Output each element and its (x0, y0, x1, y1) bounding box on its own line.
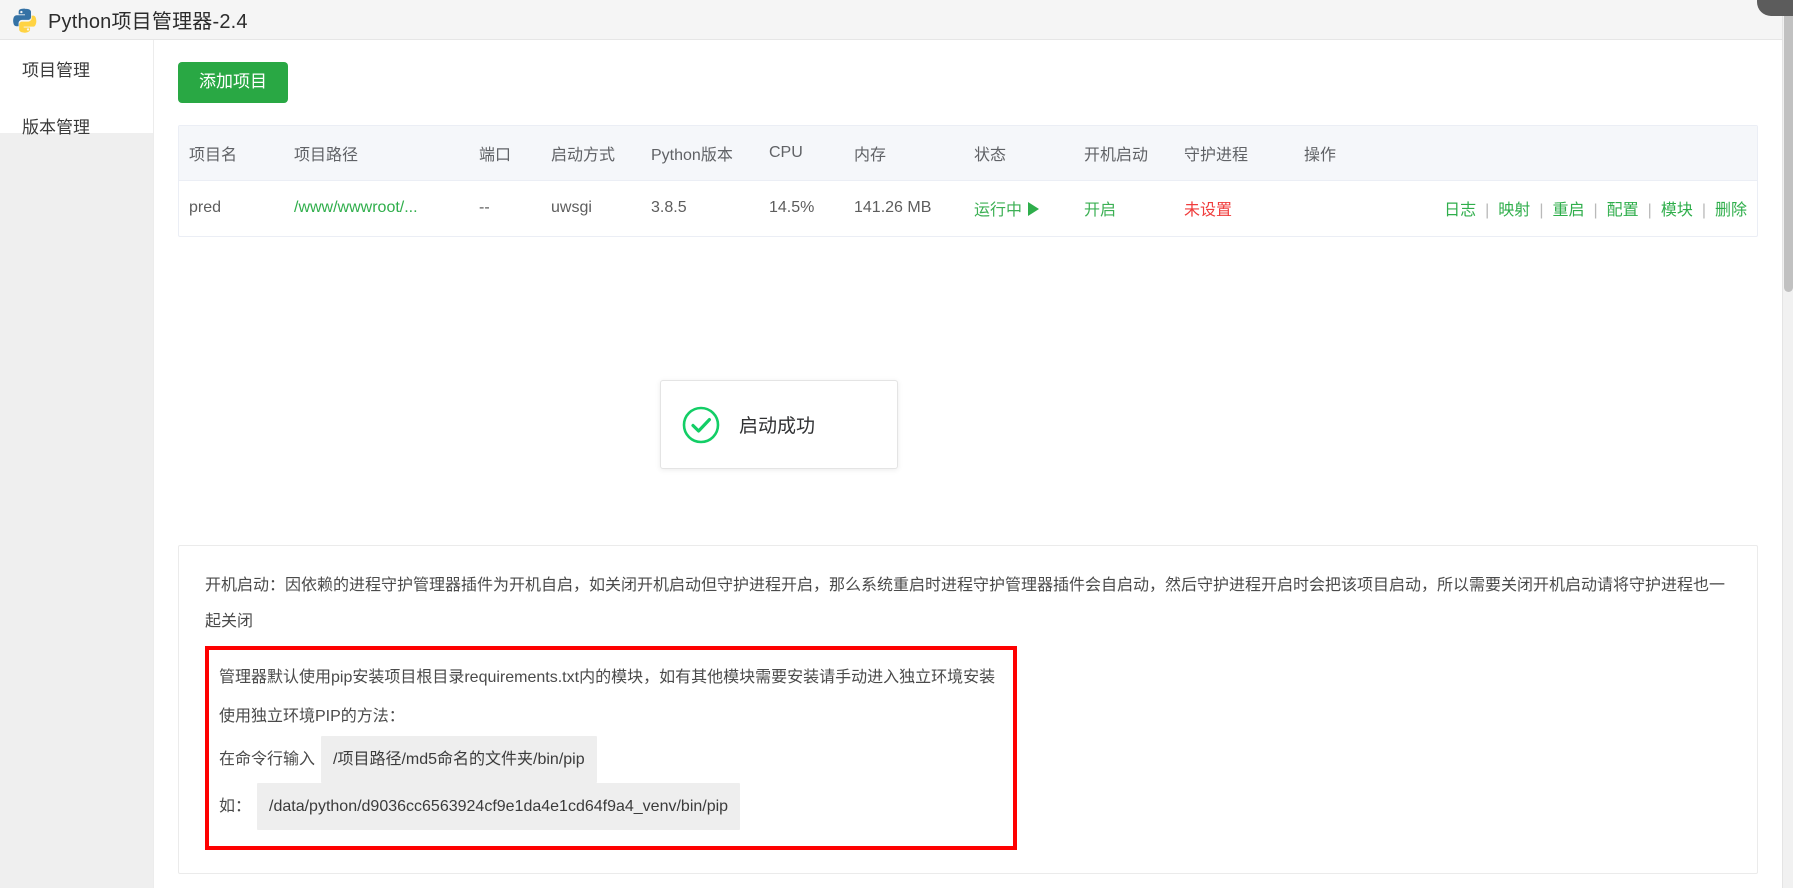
operations-group: 日志 | 映射 | 重启 | 配置 | 模块 | 删除 (1444, 202, 1747, 219)
status-badge: 运行中 (974, 201, 1023, 219)
success-toast: 启动成功 (660, 380, 898, 469)
table-row: pred /www/wwwroot/... -- uwsgi 3.8.5 14.… (179, 180, 1757, 235)
cell-operations: 日志 | 映射 | 重启 | 配置 | 模块 | 删除 (1294, 180, 1757, 235)
sidebar-background-fill (0, 133, 153, 888)
op-separator: | (1485, 201, 1490, 219)
pip-example-value: /data/python/d9036cc6563924cf9e1da4e1cd6… (257, 783, 741, 830)
pip-command-label: 在命令行输入 (219, 751, 316, 768)
projects-table-container: 项目名 项目路径 端口 启动方式 Python版本 CPU 内存 状态 开机启动… (178, 124, 1758, 237)
cell-cpu: 14.5% (769, 198, 815, 216)
sidebar-item-version-management[interactable]: 版本管理 (0, 97, 153, 154)
title-bar: Python项目管理器-2.4 (0, 0, 1782, 40)
cell-python-version: 3.8.5 (651, 198, 687, 216)
toolbar: 添加项目 (154, 40, 1782, 103)
cell-project-path[interactable]: /www/wwwroot/... (284, 180, 469, 235)
column-header-cpu: CPU (759, 125, 844, 181)
table-head: 项目名 项目路径 端口 启动方式 Python版本 CPU 内存 状态 开机启动… (179, 125, 1757, 181)
cell-start-mode: uwsgi (551, 198, 592, 216)
op-modules-link[interactable]: 模块 (1661, 202, 1693, 219)
boot-start-note: 开机启动：因依赖的进程守护管理器插件为开机自启，如关闭开机启动但守护进程开启，那… (205, 577, 1726, 630)
pip-highlight-box: 管理器默认使用pip安装项目根目录requirements.txt内的模块，如有… (205, 646, 1017, 850)
column-header-operations: 操作 (1294, 125, 1757, 181)
pip-command-value: /项目路径/md5命名的文件夹/bin/pip (321, 736, 597, 783)
toast-message: 启动成功 (739, 416, 816, 437)
app-title: Python项目管理器-2.4 (48, 11, 248, 33)
column-header-mode: 启动方式 (541, 125, 641, 181)
column-header-name: 项目名 (179, 125, 284, 181)
play-triangle-icon[interactable] (1028, 201, 1040, 216)
op-delete-link[interactable]: 删除 (1715, 202, 1747, 219)
pip-install-note: 管理器默认使用pip安装项目根目录requirements.txt内的模块，如有… (219, 669, 996, 686)
pip-example-label: 如： (219, 798, 252, 815)
table-body: pred /www/wwwroot/... -- uwsgi 3.8.5 14.… (179, 180, 1757, 235)
op-separator: | (1647, 201, 1652, 219)
cell-project-name: pred (189, 198, 222, 216)
column-header-status: 状态 (964, 125, 1074, 181)
pip-method-title: 使用独立环境PIP的方法： (219, 708, 405, 725)
app-window: Python项目管理器-2.4 项目管理 版本管理 添加项目 项目名 项目路径 … (0, 0, 1793, 888)
column-header-boot-start: 开机启动 (1074, 125, 1174, 181)
project-path-link[interactable]: /www/wwwroot/... (294, 199, 418, 216)
column-header-memory: 内存 (844, 125, 964, 181)
pip-command-line: 在命令行输入/项目路径/md5命名的文件夹/bin/pip (219, 736, 1003, 783)
table-header-row: 项目名 项目路径 端口 启动方式 Python版本 CPU 内存 状态 开机启动… (179, 125, 1757, 181)
window-corner-control[interactable] (1757, 0, 1793, 16)
check-circle-icon (681, 405, 721, 445)
pip-example-line: 如： /data/python/d9036cc6563924cf9e1da4e1c… (219, 783, 1003, 830)
op-restart-link[interactable]: 重启 (1552, 202, 1584, 219)
scrollbar-thumb[interactable] (1784, 0, 1793, 292)
column-header-port: 端口 (469, 125, 541, 181)
cell-status[interactable]: 运行中 (964, 180, 1074, 235)
vertical-scrollbar[interactable] (1782, 0, 1793, 888)
column-header-path: 项目路径 (284, 125, 469, 181)
add-project-button[interactable]: 添加项目 (178, 62, 288, 103)
op-config-link[interactable]: 配置 (1607, 202, 1639, 219)
boot-start-value[interactable]: 开启 (1084, 202, 1116, 219)
cell-memory: 141.26 MB (854, 198, 932, 216)
cell-port: -- (479, 198, 490, 216)
op-separator: | (1593, 201, 1598, 219)
op-mapping-link[interactable]: 映射 (1498, 202, 1530, 219)
column-header-guard-process: 守护进程 (1174, 125, 1294, 181)
cell-guard-process[interactable]: 未设置 (1174, 180, 1294, 235)
cell-boot-start[interactable]: 开启 (1074, 180, 1174, 235)
sidebar-item-label: 项目管理 (22, 61, 90, 80)
sidebar: 项目管理 版本管理 (0, 40, 154, 888)
sidebar-item-label: 版本管理 (22, 118, 90, 137)
body-wrapper: 项目管理 版本管理 添加项目 项目名 项目路径 端口 启动方式 Python版本… (0, 40, 1782, 888)
column-header-python-version: Python版本 (641, 125, 759, 181)
notes-panel: 开机启动：因依赖的进程守护管理器插件为开机自启，如关闭开机启动但守护进程开启，那… (178, 545, 1758, 874)
guard-process-value[interactable]: 未设置 (1184, 202, 1232, 219)
sidebar-item-project-management[interactable]: 项目管理 (0, 40, 153, 97)
op-separator: | (1701, 201, 1706, 219)
op-separator: | (1539, 201, 1544, 219)
main-content: 添加项目 项目名 项目路径 端口 启动方式 Python版本 CPU 内存 状态 (154, 40, 1782, 888)
projects-table: 项目名 项目路径 端口 启动方式 Python版本 CPU 内存 状态 开机启动… (179, 125, 1757, 236)
op-log-link[interactable]: 日志 (1444, 202, 1476, 219)
python-logo-icon (12, 7, 38, 33)
